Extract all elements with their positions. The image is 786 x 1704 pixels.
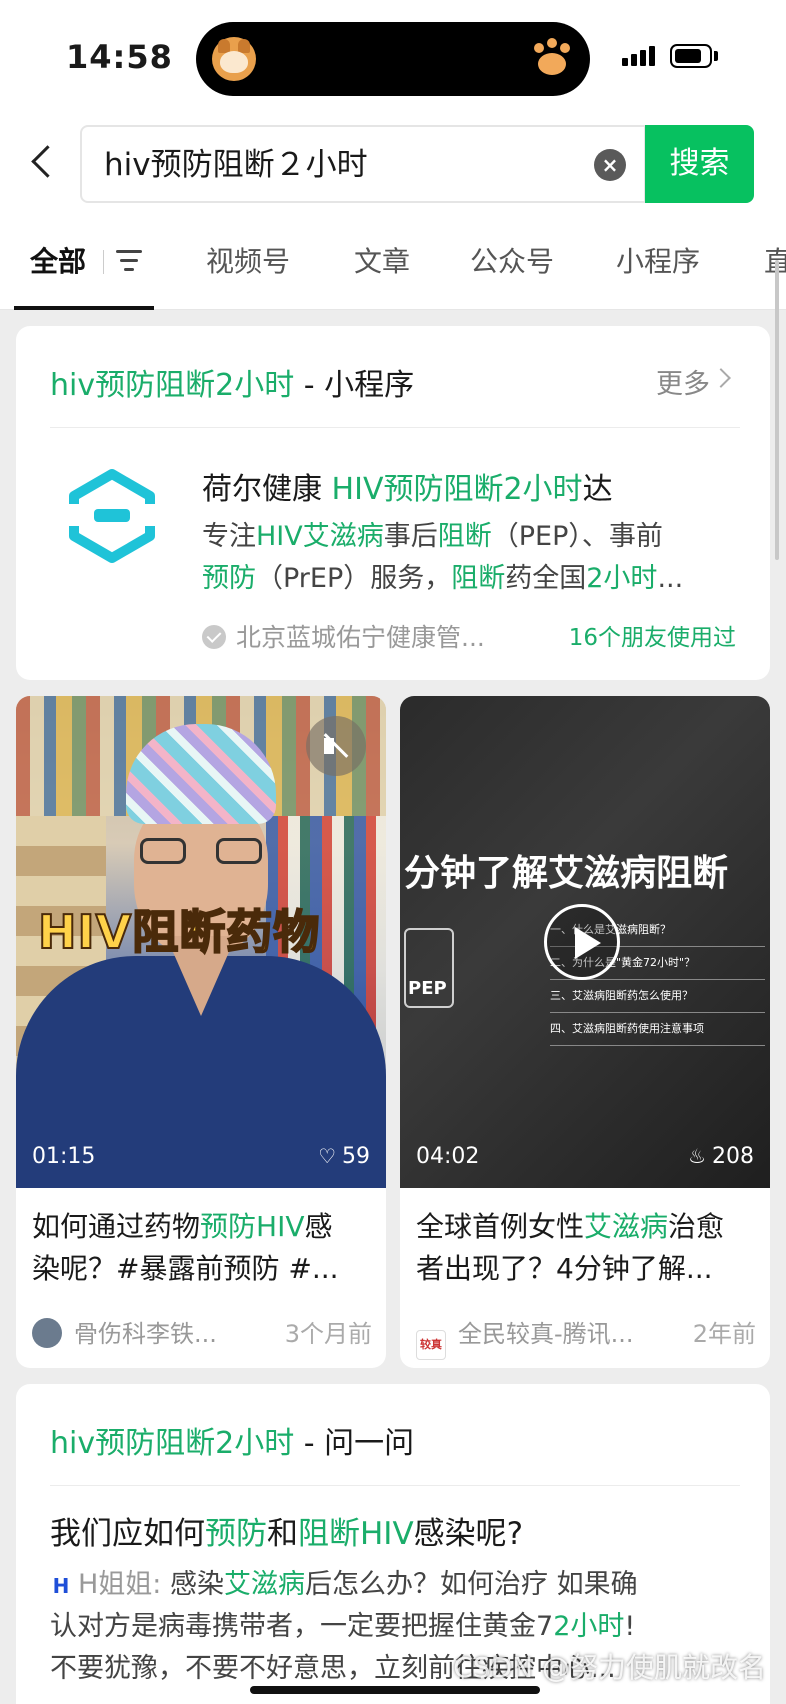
filter-tabs: 全部 视频号 文章 公众号 小程序 直: [0, 210, 786, 310]
search-row: × 搜索: [0, 110, 786, 210]
author-name: 全民较真-腾讯...: [458, 1320, 634, 1348]
more-link[interactable]: 更多: [656, 362, 710, 401]
mini-program-card: hiv预防阻断2小时 - 小程序 更多 荷尔健康 HIV预防阻断2小时达 专注H…: [16, 326, 770, 680]
back-icon[interactable]: [28, 144, 58, 180]
flame-icon: ♨: [688, 1144, 706, 1168]
tab-all[interactable]: 全部: [30, 240, 86, 280]
search-input[interactable]: [104, 143, 574, 179]
tab-mini-programs[interactable]: 小程序: [616, 240, 700, 280]
video-hot-count: ♨ 208: [688, 1144, 754, 1169]
video-card[interactable]: HIV阻断药物 01:15 ♡ 59 如何通过药物预防HIV感 染呢？#暴露前预防…: [16, 696, 386, 1368]
heart-icon: ♡: [318, 1144, 336, 1168]
mini-program-description: 专注HIV艾滋病事后阻断（PEP）、事前 预防（PrEP）服务，阻断药全国2小时…: [202, 521, 684, 594]
status-time: 14:58: [66, 38, 173, 76]
paw-icon: [530, 37, 574, 81]
h-icon: H: [50, 1575, 72, 1597]
section-title: hiv预防阻断2小时 - 小程序: [50, 368, 415, 403]
video-card[interactable]: 分钟了解艾滋病阻断 PEP 一、什么是艾滋病阻断？ 二、为什么是"黄金72小时"…: [400, 696, 770, 1368]
verified-org: 北京蓝城佑宁健康管...: [202, 618, 485, 654]
search-button[interactable]: 搜索: [645, 125, 754, 203]
video-duration: 04:02: [416, 1144, 480, 1169]
home-indicator[interactable]: [250, 1686, 540, 1694]
tab-official-accounts[interactable]: 公众号: [470, 240, 554, 280]
mute-icon[interactable]: [306, 716, 366, 776]
post-time: 3个月前: [284, 1320, 372, 1348]
video-title[interactable]: 全球首例女性艾滋病治愈 者出现了？4分钟了解...: [416, 1206, 756, 1290]
video-author-row[interactable]: 骨伤科李铁... 3个月前: [32, 1314, 372, 1349]
filter-icon[interactable]: [116, 250, 142, 272]
watermark: CSDN @努力使肌就改名: [453, 1651, 766, 1684]
active-tab-indicator: [14, 306, 154, 310]
clear-icon[interactable]: ×: [594, 149, 626, 181]
video-thumbnail[interactable]: 分钟了解艾滋病阻断 PEP 一、什么是艾滋病阻断？ 二、为什么是"黄金72小时"…: [400, 696, 770, 1188]
video-overlay-title: HIV阻断药物: [37, 904, 321, 960]
search-box[interactable]: ×: [80, 125, 646, 203]
status-bar: 14:58: [0, 0, 786, 110]
dog-icon: [212, 37, 256, 81]
tab-channels[interactable]: 视频号: [206, 240, 290, 280]
video-duration: 01:15: [32, 1144, 96, 1169]
mini-program-logo[interactable]: [64, 468, 160, 564]
avatar: 较真: [416, 1330, 446, 1360]
video-likes: ♡ 59: [318, 1144, 370, 1169]
qa-question[interactable]: 我们应如何预防和阻断HIV感染呢?: [50, 1508, 523, 1553]
battery-icon: [670, 44, 712, 68]
dynamic-island: [196, 22, 590, 96]
friends-used: 16个朋友使用过: [568, 625, 736, 651]
avatar: [32, 1318, 62, 1348]
play-icon[interactable]: [544, 904, 620, 980]
jar-label: PEP: [408, 978, 447, 999]
chevron-right-icon[interactable]: [711, 368, 731, 388]
scrollbar[interactable]: [775, 260, 779, 560]
verified-icon: [202, 625, 226, 649]
author-name: 骨伤科李铁...: [74, 1320, 217, 1348]
video-thumbnail[interactable]: HIV阻断药物 01:15 ♡ 59: [16, 696, 386, 1188]
video-author-row[interactable]: 较真 全民较真-腾讯... 2年前: [416, 1314, 756, 1360]
section-title: hiv预防阻断2小时 - 问一问: [50, 1426, 415, 1461]
signal-icon: [622, 46, 658, 66]
post-time: 2年前: [692, 1320, 756, 1348]
video-title[interactable]: 如何通过药物预防HIV感 染呢？#暴露前预防 #...: [32, 1206, 372, 1290]
video-overlay-title: 分钟了解艾滋病阻断: [404, 853, 729, 894]
tab-articles[interactable]: 文章: [354, 240, 410, 280]
mini-program-name[interactable]: 荷尔健康 HIV预防阻断2小时达: [202, 464, 613, 508]
